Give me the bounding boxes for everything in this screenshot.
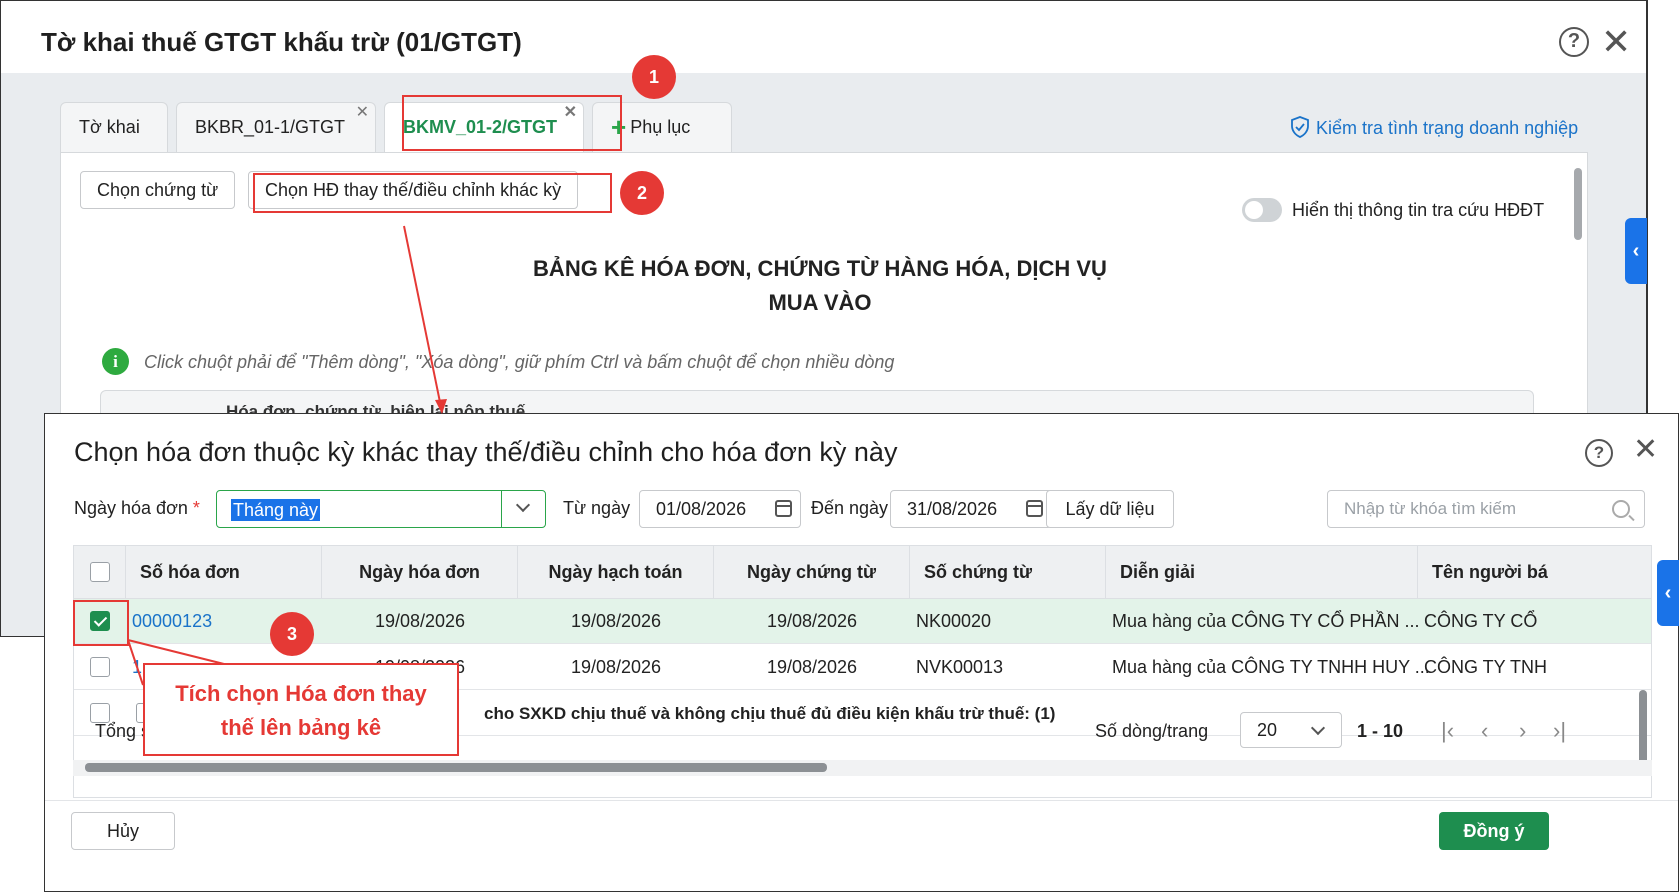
tab-to-khai[interactable]: Tờ khai bbox=[60, 102, 168, 152]
required-mark: * bbox=[192, 498, 200, 518]
instruction-callout: Tích chọn Hóa đơn thay thế lên bảng kê bbox=[143, 663, 459, 756]
get-data-button[interactable]: Lấy dữ liệu bbox=[1046, 490, 1174, 528]
close-icon[interactable]: ✕ bbox=[1601, 24, 1631, 60]
posting-date-cell: 19/08/2026 bbox=[570, 657, 662, 677]
chevron-down-icon bbox=[515, 497, 531, 513]
side-panel-toggle[interactable]: ‹ bbox=[1625, 218, 1647, 284]
calendar-icon[interactable] bbox=[775, 500, 792, 517]
search-icon[interactable] bbox=[1612, 500, 1630, 518]
highlight-row-checkbox bbox=[73, 600, 129, 646]
highlight-tab-bkmv bbox=[402, 95, 622, 151]
last-page-icon[interactable]: ›| bbox=[1553, 718, 1566, 744]
tab-bkbr[interactable]: BKBR_01-1/GTGT ✕ bbox=[176, 102, 376, 152]
from-date-input[interactable]: 01/08/2026 bbox=[639, 490, 801, 528]
tab-label: Phụ lục bbox=[630, 117, 691, 137]
rows-per-page-value: 20 bbox=[1257, 720, 1278, 740]
column-header[interactable]: Ngày chứng từ bbox=[714, 546, 910, 599]
invoice-date-select[interactable]: Tháng này bbox=[216, 490, 546, 528]
back-title-bar: Tờ khai thuế GTGT khấu trừ (01/GTGT) ? ✕ bbox=[1, 1, 1647, 73]
callout-line-2: thế lên bảng kê bbox=[220, 715, 382, 740]
description-cell: Mua hàng của CÔNG TY CỔ PHẦN ... bbox=[1112, 611, 1420, 631]
check-business-status-link[interactable]: Kiểm tra tình trạng doanh nghiệp bbox=[1290, 116, 1578, 139]
next-page-icon[interactable]: › bbox=[1519, 718, 1526, 744]
horizontal-scrollbar[interactable] bbox=[85, 763, 827, 772]
invoice-date-label-text: Ngày hóa đơn bbox=[74, 498, 188, 518]
calendar-icon[interactable] bbox=[1026, 500, 1043, 517]
search-input[interactable] bbox=[1344, 499, 1594, 519]
doc-date-cell: 19/08/2026 bbox=[766, 657, 858, 677]
dialog-title: Chọn hóa đơn thuộc kỳ khác thay thế/điều… bbox=[74, 437, 898, 467]
header-select-all-cell bbox=[74, 546, 126, 599]
tab-label: Tờ khai bbox=[79, 117, 140, 137]
highlight-replacement-button bbox=[253, 173, 612, 213]
from-date-label: Từ ngày bbox=[563, 498, 631, 518]
column-header[interactable]: Diễn giải bbox=[1106, 546, 1418, 599]
invoice-date-label: Ngày hóa đơn * bbox=[74, 498, 200, 519]
column-header[interactable]: Số hóa đơn bbox=[126, 546, 322, 599]
back-window-title: Tờ khai thuế GTGT khấu trừ (01/GTGT) bbox=[41, 27, 522, 57]
step-badge-1: 1 bbox=[632, 55, 676, 99]
report-title-line: MUA VÀO bbox=[768, 290, 872, 315]
close-icon[interactable]: ✕ bbox=[1633, 435, 1658, 465]
select-all-checkbox[interactable] bbox=[90, 562, 110, 582]
doc-number-cell: NK00020 bbox=[916, 611, 992, 631]
first-page-icon[interactable]: |‹ bbox=[1441, 718, 1454, 744]
divider bbox=[45, 800, 1678, 801]
report-title-line: BẢNG KÊ HÓA ĐƠN, CHỨNG TỪ HÀNG HÓA, DỊCH… bbox=[533, 256, 1107, 281]
step-badge-2: 2 bbox=[620, 171, 664, 215]
einvoice-info-toggle[interactable] bbox=[1242, 198, 1282, 222]
posting-date-cell: 19/08/2026 bbox=[570, 611, 662, 631]
seller-cell: CÔNG TY CỔ bbox=[1424, 611, 1538, 631]
choose-document-button[interactable]: Chọn chứng từ bbox=[80, 171, 236, 209]
grid-header: Số hóa đơn Ngày hóa đơn Ngày hạch toán N… bbox=[74, 546, 1651, 599]
cancel-button[interactable]: Hủy bbox=[71, 812, 175, 850]
column-header[interactable]: Ngày hạch toán bbox=[518, 546, 714, 599]
previous-page-icon[interactable]: ‹ bbox=[1481, 718, 1488, 744]
group-checkbox[interactable] bbox=[90, 703, 110, 723]
confirm-button[interactable]: Đồng ý bbox=[1439, 812, 1549, 850]
tab-label: BKBR_01-1/GTGT bbox=[195, 117, 346, 137]
row-checkbox[interactable] bbox=[90, 657, 110, 677]
help-icon[interactable]: ? bbox=[1559, 27, 1589, 57]
rows-per-page-select[interactable]: 20 bbox=[1240, 712, 1342, 748]
to-date-label: Đến ngày bbox=[811, 498, 889, 518]
column-header[interactable]: Số chứng từ bbox=[910, 546, 1106, 599]
column-header[interactable]: Ngày hóa đơn bbox=[322, 546, 518, 599]
to-date-value: 31/08/2026 bbox=[907, 499, 998, 519]
doc-number-cell: NVK00013 bbox=[916, 657, 1004, 677]
page-range: 1 - 10 bbox=[1357, 721, 1404, 741]
invoice-date-cell: 19/08/2026 bbox=[374, 611, 466, 631]
panel-scrollbar[interactable] bbox=[1574, 168, 1582, 240]
rows-per-page-label: Số dòng/trang bbox=[1095, 721, 1209, 741]
dropdown-button[interactable] bbox=[501, 491, 545, 527]
help-icon[interactable]: ? bbox=[1585, 439, 1613, 467]
invoice-date-value: Tháng này bbox=[231, 499, 321, 521]
tab-close-icon[interactable]: ✕ bbox=[356, 89, 369, 137]
shield-check-icon bbox=[1291, 116, 1309, 138]
from-date-value: 01/08/2026 bbox=[656, 499, 747, 519]
search-box[interactable] bbox=[1327, 490, 1645, 528]
group-row-label: cho SXKD chịu thuế và không chịu thuế đủ… bbox=[484, 704, 1056, 723]
hint-text: Click chuột phải để "Thêm dòng", "Xóa dò… bbox=[144, 352, 895, 372]
info-icon: i bbox=[102, 348, 129, 375]
column-header[interactable]: Tên người bá bbox=[1418, 546, 1651, 599]
invoice-number-link[interactable]: 00000123 bbox=[132, 599, 212, 644]
seller-cell: CÔNG TY TNH bbox=[1424, 657, 1548, 677]
doc-date-cell: 19/08/2026 bbox=[766, 611, 858, 631]
description-cell: Mua hàng của CÔNG TY TNHH HUY ... bbox=[1112, 657, 1430, 677]
step-badge-3: 3 bbox=[270, 612, 314, 656]
side-panel-toggle[interactable]: ‹ bbox=[1657, 560, 1679, 626]
check-link-label: Kiểm tra tình trạng doanh nghiệp bbox=[1316, 118, 1579, 138]
invoice-number-link[interactable]: 1 bbox=[132, 645, 142, 690]
chevron-down-icon bbox=[1310, 720, 1326, 736]
stage: Tờ khai thuế GTGT khấu trừ (01/GTGT) ? ✕… bbox=[0, 0, 1679, 892]
toggle-label: Hiển thị thông tin tra cứu HĐĐT bbox=[1292, 200, 1545, 220]
callout-line-1: Tích chọn Hóa đơn thay bbox=[175, 681, 427, 706]
report-title: BẢNG KÊ HÓA ĐƠN, CHỨNG TỪ HÀNG HÓA, DỊCH… bbox=[480, 252, 1160, 320]
to-date-input[interactable]: 31/08/2026 bbox=[890, 490, 1052, 528]
